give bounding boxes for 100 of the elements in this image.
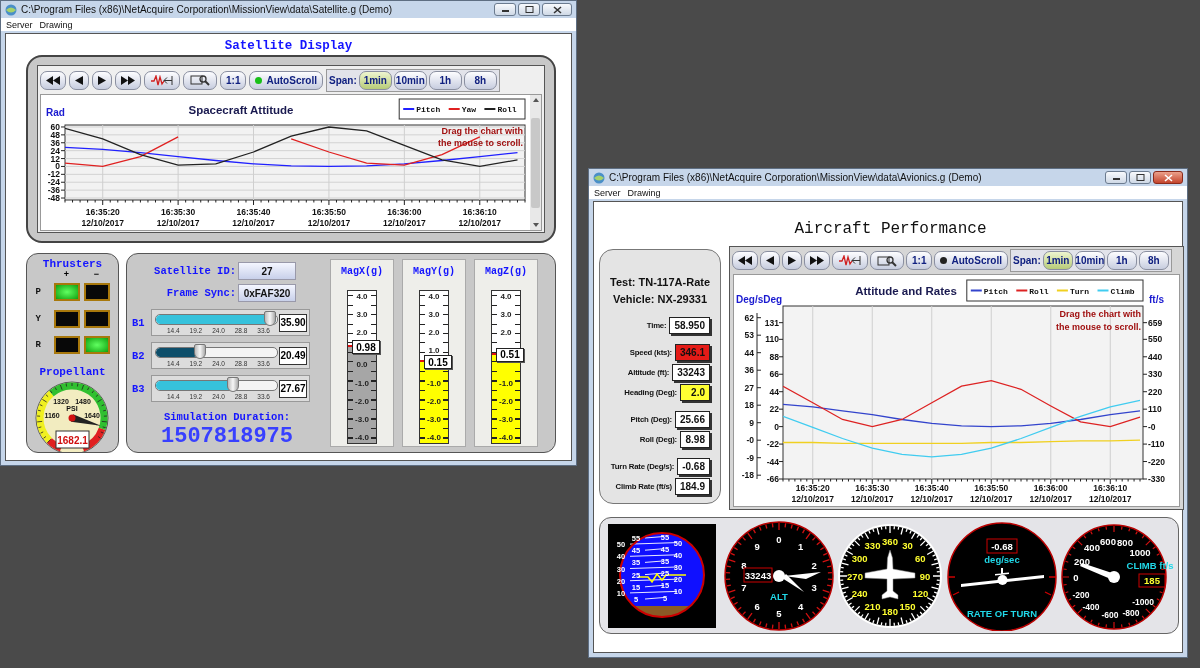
close-button[interactable] [542, 3, 572, 16]
maximize-icon [524, 6, 534, 13]
span-button[interactable]: 1min [358, 70, 392, 90]
scrollbar[interactable] [530, 95, 541, 230]
scale-label: -4.0 [355, 432, 369, 445]
fast-forward-icon [121, 75, 135, 85]
rewind-button[interactable] [732, 251, 758, 270]
value-display: -0.68 [677, 457, 710, 475]
dial-number: 1 [798, 540, 804, 552]
play-button[interactable] [92, 70, 112, 90]
gauge-needle [773, 569, 821, 592]
step-back-button[interactable] [69, 70, 89, 90]
tick-label: -24 [47, 177, 60, 188]
waveform-button[interactable] [144, 70, 180, 90]
axis-label: Deg/sDeg [736, 294, 783, 305]
legend-label: Turn [1069, 286, 1090, 296]
tick-label: 220 [1148, 386, 1163, 397]
minimize-button[interactable] [1105, 171, 1127, 184]
dial-number: 0 [776, 533, 782, 545]
tick-label: 16:35:20 12/10/2017 [81, 207, 124, 228]
span-button[interactable]: 10min [393, 70, 427, 90]
legend-label: Climb [1110, 286, 1135, 296]
vehicle-name: Vehicle: NX-29331 [611, 292, 709, 307]
slider-track[interactable] [155, 347, 278, 358]
waveform-button[interactable] [832, 251, 868, 270]
span-button[interactable]: 8h [1138, 251, 1169, 270]
scale-label: -1.0 [355, 377, 369, 390]
close-icon [552, 5, 562, 14]
zoom-button[interactable] [183, 70, 217, 90]
autoscroll-button[interactable]: AutoScroll [249, 70, 323, 90]
autoscroll-button[interactable]: AutoScroll [934, 251, 1008, 270]
tick-label: -12 [47, 169, 60, 180]
value-display: 0.98 [352, 340, 380, 355]
tick-label: 66 [769, 369, 779, 380]
value-display: 0.51 [496, 347, 524, 362]
tick-label: 131 [764, 317, 779, 328]
scale-label: 2.0 [428, 327, 440, 340]
column-label: + [62, 270, 71, 279]
tick-label: 60 [50, 121, 60, 132]
field-label: Satellite ID: [153, 265, 236, 277]
tick-label: 16:35:50 12/10/2017 [307, 207, 351, 228]
ratio-button[interactable]: 1:1 [906, 251, 933, 270]
value-display: 27 [238, 262, 296, 280]
value-display: 346.1 [674, 343, 710, 361]
value-display: 33243 [672, 363, 710, 381]
gauge-label: ALT [770, 590, 788, 602]
zoom-icon [190, 74, 210, 86]
dial-number: 360 [882, 535, 898, 546]
span-button[interactable]: 10min [1074, 251, 1105, 270]
menu-item[interactable]: Drawing [39, 19, 73, 30]
maximize-button[interactable] [1129, 171, 1151, 184]
panel-title: Thrusters [42, 258, 103, 270]
display-title: Aircraft Performance [793, 219, 988, 240]
menu-item[interactable]: Server [594, 187, 621, 198]
legend-label: Pitch [983, 286, 1008, 296]
reading-box: -0.68 [986, 538, 1018, 553]
tick-label: 16:35:50 12/10/2017 [970, 483, 1013, 504]
value-display: 184.9 [674, 477, 710, 495]
span-button[interactable]: 1min [1042, 251, 1073, 270]
menu-item[interactable]: Drawing [627, 187, 661, 198]
scale-label: -3.0 [355, 414, 369, 427]
span-button[interactable]: 1h [428, 70, 462, 90]
minimize-button[interactable] [494, 3, 516, 16]
dial-number: 60 [915, 552, 926, 564]
slider-thumb[interactable] [194, 344, 207, 359]
step-back-button[interactable] [760, 251, 780, 270]
dial-number: 5 [776, 607, 782, 619]
dial-number: 30 [902, 539, 913, 551]
fast-forward-button[interactable] [804, 251, 830, 270]
tick-label: -44 [766, 456, 779, 467]
fast-forward-button[interactable] [115, 70, 141, 90]
span-button[interactable]: 8h [463, 70, 497, 90]
step-back-icon [766, 256, 774, 265]
scale-label: 2.0 [356, 327, 368, 340]
tick-label: 659 [1148, 317, 1163, 328]
menu-item[interactable]: Server [6, 19, 33, 30]
app-icon [5, 3, 17, 16]
maximize-button[interactable] [518, 3, 540, 16]
tick-label: 53 [744, 330, 754, 341]
scale-label: 2.0 [500, 327, 512, 340]
legend-swatch [1015, 289, 1029, 292]
rewind-button[interactable] [40, 70, 66, 90]
axis-label: ft/s [1149, 294, 1164, 305]
digital-readout: 1507818975 [160, 424, 294, 449]
legend-label: Roll [1029, 286, 1049, 296]
close-button[interactable] [1153, 171, 1183, 184]
tick-label: -9 [746, 452, 754, 463]
ratio-button[interactable]: 1:1 [220, 70, 247, 90]
step-back-icon [75, 75, 83, 85]
dial-number: 3 [811, 581, 817, 593]
zoom-button[interactable] [870, 251, 904, 270]
span-button[interactable]: 1h [1106, 251, 1137, 270]
play-button[interactable] [782, 251, 802, 270]
value-display: 58.950 [669, 316, 710, 334]
tick-label: -48 [47, 193, 60, 204]
tick-label: 16:35:30 12/10/2017 [851, 483, 894, 504]
slider-track[interactable] [155, 380, 278, 391]
window-title: C:\Program Files (x86)\NetAcquire Corporation\MissionView\data\Satellite.g (Demo) [21, 4, 393, 15]
tick-label: 44 [744, 347, 754, 358]
dial-number: 240 [851, 587, 868, 599]
